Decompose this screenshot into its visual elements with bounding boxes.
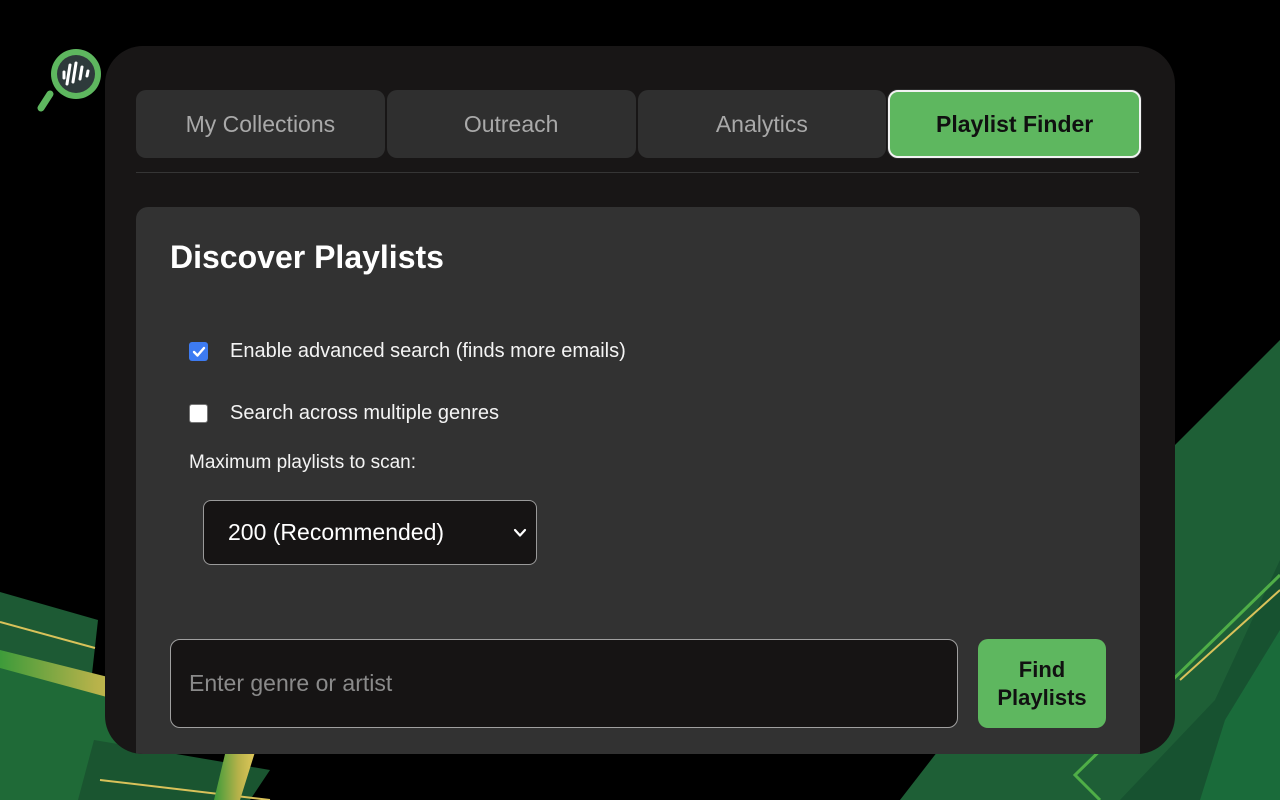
multi-genre-option[interactable]: Search across multiple genres: [189, 402, 499, 425]
max-scan-label: Maximum playlists to scan:: [189, 452, 417, 473]
main-panel: My Collections Outreach Analytics Playli…: [105, 46, 1175, 754]
tab-outreach[interactable]: Outreach: [386, 90, 636, 158]
tab-bar: My Collections Outreach Analytics Playli…: [136, 90, 1141, 158]
multi-genre-checkbox[interactable]: [189, 404, 208, 423]
app-screen: My Collections Outreach Analytics Playli…: [0, 0, 1280, 800]
magnifier-soundwave-icon: [37, 49, 101, 112]
tab-my-collections[interactable]: My Collections: [136, 90, 385, 158]
tab-analytics[interactable]: Analytics: [637, 90, 887, 158]
section-title: Discover Playlists: [170, 239, 444, 275]
find-playlists-button[interactable]: Find Playlists: [978, 639, 1106, 728]
advanced-search-checkbox[interactable]: [189, 342, 208, 361]
advanced-search-label: Enable advanced search (finds more email…: [230, 340, 626, 362]
genre-artist-search-input[interactable]: [170, 639, 958, 728]
tab-divider: [136, 172, 1139, 173]
advanced-search-option[interactable]: Enable advanced search (finds more email…: [189, 340, 626, 363]
chevron-down-icon: [513, 528, 527, 537]
discover-card: Discover Playlists Enable advanced searc…: [136, 207, 1140, 754]
checkmark-icon: [192, 346, 205, 357]
max-scan-select[interactable]: 200 (Recommended): [203, 500, 537, 565]
multi-genre-label: Search across multiple genres: [230, 402, 500, 424]
max-scan-value: 200 (Recommended): [228, 519, 445, 545]
tab-playlist-finder[interactable]: Playlist Finder: [888, 90, 1141, 158]
